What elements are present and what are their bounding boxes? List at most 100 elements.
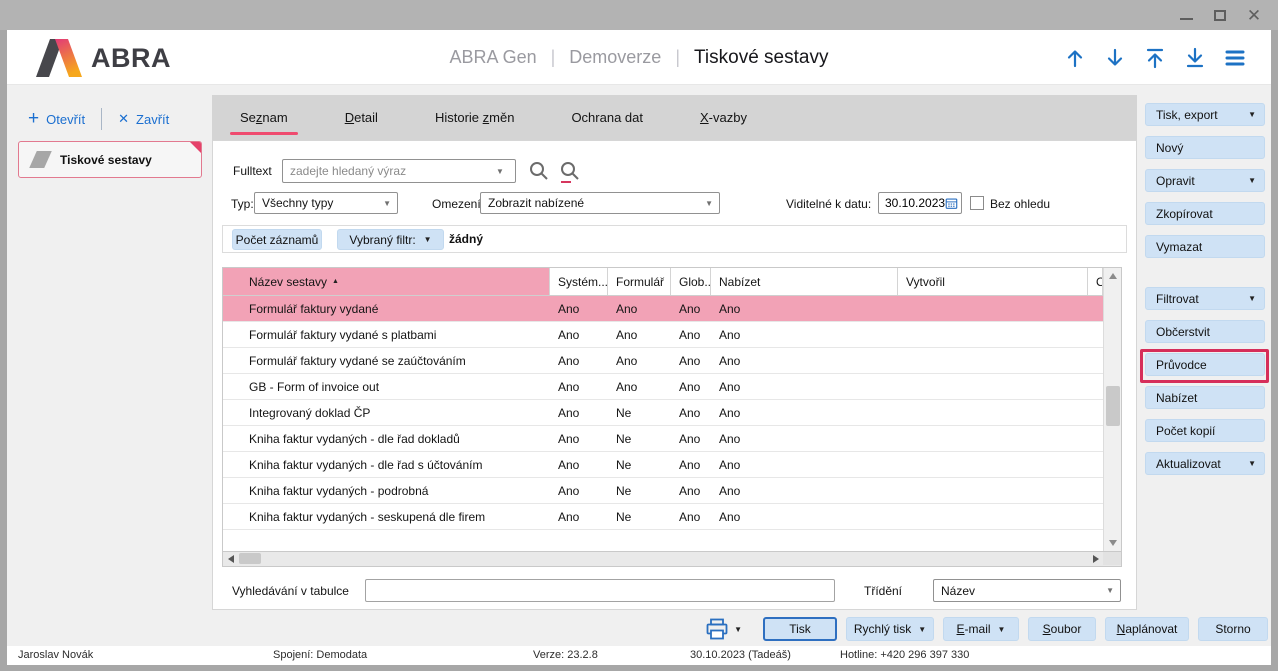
chevron-down-icon: ▼ (918, 625, 926, 634)
action-button-rychly-tisk[interactable]: Rychlý tisk▼ (846, 617, 934, 641)
side-button-opravit[interactable]: Opravit ▼ (1145, 169, 1265, 192)
status-hotline: Hotline: +420 296 397 330 (840, 649, 969, 661)
column-header-system[interactable]: Systém... (550, 268, 608, 295)
chevron-down-icon: ▼ (1248, 176, 1256, 185)
column-header-nabizet[interactable]: Nabízet (711, 268, 898, 295)
table-cell: Ano (671, 478, 711, 503)
table-cell: Ano (608, 322, 671, 347)
selected-filter-button[interactable]: Vybraný filtr: ▼ (337, 229, 444, 250)
chevron-down-icon: ▼ (705, 199, 713, 208)
side-button-novy[interactable]: Nový (1145, 136, 1265, 159)
scroll-down-icon[interactable] (1104, 535, 1122, 551)
close-button[interactable]: ✕ Zavřít (108, 111, 179, 127)
search-icon[interactable] (526, 159, 552, 185)
table-row[interactable]: Formulář faktury vydané se zaúčtovánímAn… (223, 348, 1103, 374)
open-button[interactable]: + Otevřít (18, 111, 95, 128)
sort-select[interactable]: Název ▼ (933, 579, 1121, 602)
record-count-button[interactable]: Počet záznamů (232, 229, 322, 250)
restriction-select[interactable]: Zobrazit nabízené ▼ (480, 192, 720, 214)
horizontal-scrollbar-thumb[interactable] (239, 553, 261, 564)
side-button-filtrovat[interactable]: Filtrovat▼ (1145, 287, 1265, 310)
tab-ochrana-dat[interactable]: Ochrana dat (569, 104, 645, 131)
action-button-naplanovat[interactable]: Naplánovat (1105, 617, 1189, 641)
action-button-e-mail[interactable]: E-mail▼ (943, 617, 1019, 641)
tab-historie-zmen[interactable]: Historie změn (433, 104, 516, 131)
arrow-to-top-icon[interactable] (1142, 45, 1167, 70)
side-button-nabizet[interactable]: Nabízet (1145, 386, 1265, 409)
tab-seznam[interactable]: Seznam (238, 104, 290, 131)
scroll-up-icon[interactable] (1104, 268, 1122, 284)
column-header-o[interactable]: O... (1088, 268, 1103, 295)
table-row[interactable]: Kniha faktur vydaných - podrobnáAnoNeAno… (223, 478, 1103, 504)
table-cell: Ano (711, 348, 898, 373)
action-button-storno[interactable]: Storno (1198, 617, 1268, 641)
vertical-scrollbar[interactable] (1103, 268, 1121, 551)
close-x-icon: ✕ (118, 111, 129, 127)
table-row[interactable]: Kniha faktur vydaných - dle řad s účtová… (223, 452, 1103, 478)
side-button-group-2: Filtrovat▼ Občerstvit Průvodce Nabízet Počet… (1145, 287, 1265, 475)
calendar-icon[interactable] (945, 196, 958, 211)
side-button-vymazat[interactable]: Vymazat (1145, 235, 1265, 258)
side-button-pocet-kopii[interactable]: Počet kopií (1145, 419, 1265, 442)
table-cell: Ano (711, 504, 898, 529)
table-cell (1088, 374, 1103, 399)
table-body: Formulář faktury vydanéAnoAnoAnoAnoFormu… (223, 296, 1103, 530)
side-button-label: Nabízet (1156, 391, 1197, 405)
restriction-value: Zobrazit nabízené (488, 196, 584, 210)
table-row[interactable]: Formulář faktury vydané s platbamiAnoAno… (223, 322, 1103, 348)
table-row[interactable]: Formulář faktury vydanéAnoAnoAnoAno (223, 296, 1103, 322)
scroll-right-icon[interactable] (1088, 552, 1103, 565)
arrow-down-icon[interactable] (1102, 45, 1127, 70)
table-cell: Ne (608, 400, 671, 425)
vertical-scrollbar-thumb[interactable] (1106, 386, 1120, 426)
side-button-label: Opravit (1156, 174, 1195, 188)
side-button-obcerstvit[interactable]: Občerstvit (1145, 320, 1265, 343)
menu-icon[interactable] (1222, 45, 1247, 70)
table-row[interactable]: Integrovaný doklad ČPAnoNeAnoAno (223, 400, 1103, 426)
fulltext-input[interactable] (282, 159, 516, 183)
side-button-zkopirovat[interactable]: Zkopírovat (1145, 202, 1265, 225)
type-select[interactable]: Všechny typy ▼ (254, 192, 398, 214)
chevron-down-icon: ▼ (734, 625, 742, 634)
action-button-soubor[interactable]: Soubor (1028, 617, 1096, 641)
record-navigation (1062, 30, 1247, 85)
table-cell: Ano (550, 478, 608, 503)
column-header-nazev-sestavy[interactable]: Název sestavy▲ (223, 268, 550, 295)
chevron-down-icon: ▼ (998, 625, 1006, 634)
open-agenda-tab[interactable]: Tiskové sestavy (18, 141, 202, 178)
table-cell (1088, 452, 1103, 477)
regardless-checkbox[interactable] (970, 196, 984, 210)
visible-date-label: Viditelné k datu: (786, 197, 871, 211)
chevron-down-icon: ▼ (1248, 110, 1256, 119)
scrollbar-corner (1103, 552, 1121, 565)
column-header-glob[interactable]: Glob... (671, 268, 711, 295)
table-row[interactable]: Kniha faktur vydaných - seskupená dle fi… (223, 504, 1103, 530)
tab-detail[interactable]: Detail (343, 104, 380, 131)
column-header-formular[interactable]: Formulář (608, 268, 671, 295)
maximize-icon[interactable] (1210, 5, 1230, 25)
table-cell: Ano (671, 452, 711, 477)
table-search-input[interactable] (365, 579, 835, 602)
table-cell: Kniha faktur vydaných - podrobná (223, 478, 550, 503)
table-cell: Ano (550, 504, 608, 529)
app-header: ABRA ABRA Gen | Demoverze | Tiskové sest… (7, 30, 1271, 85)
arrow-to-bottom-icon[interactable] (1182, 45, 1207, 70)
tab-x-vazby[interactable]: X-vazby (698, 104, 749, 131)
horizontal-scrollbar[interactable] (222, 552, 1122, 567)
table-row[interactable]: Kniha faktur vydaných - dle řad dokladůA… (223, 426, 1103, 452)
side-button-aktualizovat[interactable]: Aktualizovat▼ (1145, 452, 1265, 475)
visible-date-input[interactable]: 30.10.2023 (878, 192, 962, 214)
arrow-up-icon[interactable] (1062, 45, 1087, 70)
minimize-icon[interactable] (1176, 5, 1196, 25)
table-row[interactable]: GB - Form of invoice outAnoAnoAnoAno (223, 374, 1103, 400)
scroll-left-icon[interactable] (223, 552, 238, 565)
search-in-list-icon[interactable] (557, 159, 583, 185)
regardless-label: Bez ohledu (990, 197, 1050, 211)
table-search-label: Vyhledávání v tabulce (232, 584, 349, 598)
side-button-pruvodce[interactable]: Průvodce (1145, 353, 1265, 376)
column-header-vytvoril[interactable]: Vytvořil (898, 268, 1088, 295)
action-button-tisk[interactable]: Tisk (763, 617, 837, 641)
print-settings-button[interactable]: ▼ (705, 618, 742, 640)
close-icon[interactable]: ✕ (1244, 5, 1264, 25)
side-button-tisk-export[interactable]: Tisk, export▼ (1145, 103, 1265, 126)
